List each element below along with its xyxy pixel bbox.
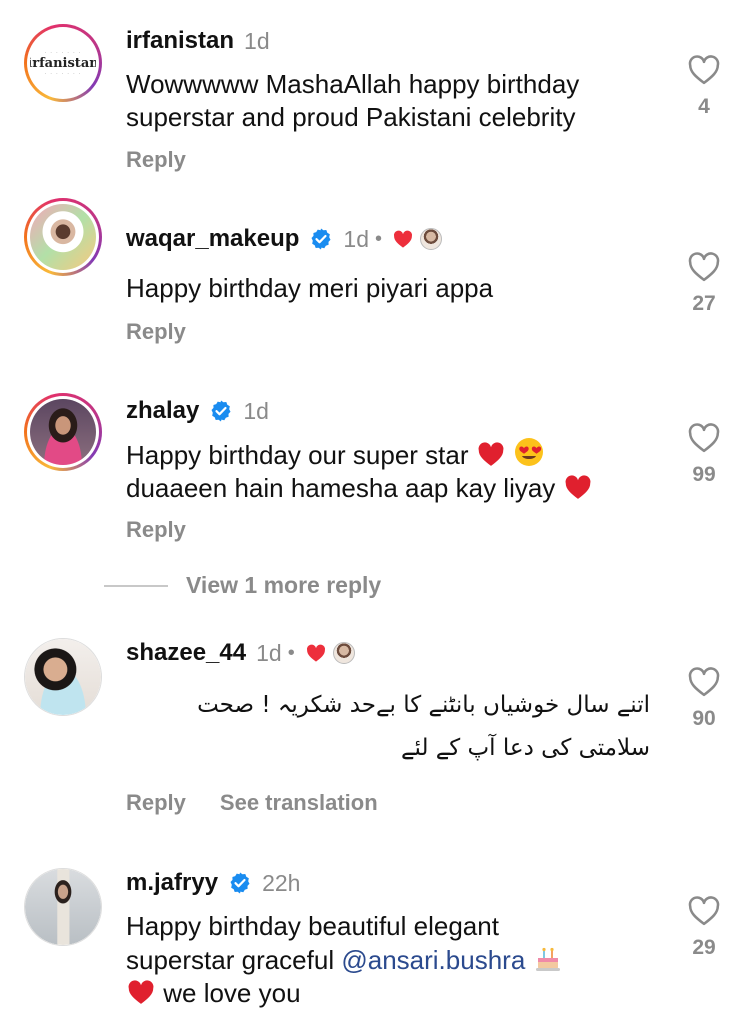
comment-line: Wowwwww MashaAllah happy birthday bbox=[126, 69, 580, 99]
reply-button[interactable]: Reply bbox=[126, 790, 186, 816]
verified-badge-icon bbox=[311, 228, 331, 250]
heart-outline-icon bbox=[688, 423, 720, 453]
timestamp: 1d bbox=[256, 639, 282, 666]
red-heart-emoji bbox=[565, 475, 590, 499]
author-avatar bbox=[332, 642, 355, 664]
like-button[interactable]: 27 bbox=[684, 251, 724, 316]
username[interactable]: irfanistan bbox=[126, 27, 234, 55]
comment-line-text: we love you bbox=[163, 978, 301, 1008]
view-more-replies-label: View 1 more reply bbox=[186, 572, 382, 598]
verified-badge-icon bbox=[230, 872, 250, 894]
comment-line: superstar graceful @ansari.bushra bbox=[126, 943, 563, 977]
comment-line-text: Happy birthday our super star bbox=[126, 440, 469, 470]
like-button[interactable]: 99 bbox=[684, 422, 724, 487]
separator-dot: • bbox=[375, 227, 383, 250]
comment-text: اتنے سال خوشیاں بانٹنے کا بےحد شکریہ ! ص… bbox=[197, 684, 650, 770]
comment-line-text: superstar graceful bbox=[126, 945, 335, 975]
username[interactable]: shazee_44 bbox=[126, 639, 246, 667]
avatar[interactable]: · · · · · · · irfanistan · · · · · · · bbox=[24, 24, 102, 102]
timestamp: 1d bbox=[244, 27, 270, 54]
username[interactable]: waqar_makeup bbox=[126, 225, 299, 253]
timestamp: 22h bbox=[262, 869, 301, 896]
birthday-cake-emoji bbox=[535, 947, 560, 971]
comment-line: Happy birthday beautiful elegant bbox=[126, 911, 499, 941]
like-count: 27 bbox=[692, 292, 716, 315]
reply-button[interactable]: Reply bbox=[126, 147, 186, 173]
heart-eyes-emoji bbox=[514, 438, 543, 466]
timestamp: 1d bbox=[243, 397, 269, 424]
see-translation-button[interactable]: See translation bbox=[220, 790, 378, 816]
comment-line: we love you bbox=[126, 977, 563, 1010]
comment-line: Happy birthday meri piyari appa bbox=[126, 273, 494, 303]
like-count: 29 bbox=[692, 936, 716, 959]
heart-outline-icon bbox=[688, 896, 720, 926]
comment-line: سلامتی کی دعا آپ کے لئے bbox=[401, 735, 650, 761]
avatar[interactable] bbox=[24, 198, 102, 276]
reply-button[interactable]: Reply bbox=[126, 517, 186, 543]
verified-badge-icon bbox=[211, 400, 231, 422]
mention-link[interactable]: @ansari.bushra bbox=[341, 945, 525, 975]
like-button[interactable]: 29 bbox=[684, 895, 724, 960]
liked-by-author bbox=[305, 642, 355, 664]
separator-dot: • bbox=[287, 641, 295, 664]
avatar-logo-text: irfanistan bbox=[30, 55, 96, 71]
view-more-replies[interactable]: View 1 more reply bbox=[104, 572, 381, 599]
heart-outline-icon bbox=[688, 667, 720, 697]
comment-line: Happy birthday our super star bbox=[126, 436, 593, 472]
like-button[interactable]: 4 bbox=[684, 54, 724, 119]
heart-filled-icon bbox=[306, 644, 325, 662]
heart-outline-icon bbox=[688, 252, 720, 282]
liked-by-author bbox=[392, 228, 443, 250]
username[interactable]: zhalay bbox=[126, 397, 199, 425]
comment-line-text: duaaeen hain hamesha aap kay liyay bbox=[126, 473, 556, 503]
like-count: 4 bbox=[698, 95, 710, 118]
like-count: 99 bbox=[692, 463, 716, 486]
comment-line: duaaeen hain hamesha aap kay liyay bbox=[126, 472, 593, 505]
username[interactable]: m.jafryy bbox=[126, 869, 218, 897]
timestamp: 1d bbox=[343, 225, 370, 252]
heart-outline-icon bbox=[688, 55, 720, 85]
author-avatar bbox=[420, 228, 443, 250]
avatar[interactable] bbox=[24, 393, 102, 471]
reply-button[interactable]: Reply bbox=[126, 319, 186, 345]
comment-text: Happy birthday meri piyari appa bbox=[126, 272, 493, 305]
comment-text: Happy birthday beautiful elegant superst… bbox=[126, 910, 563, 1010]
comment-line: اتنے سال خوشیاں بانٹنے کا بےحد شکریہ ! ص… bbox=[197, 692, 650, 718]
comment-text: Wowwwww MashaAllah happy birthday supers… bbox=[126, 68, 579, 134]
thread-line bbox=[104, 584, 168, 587]
heart-filled-icon bbox=[393, 230, 413, 248]
comment-text: Happy birthday our super star duaaeen ha… bbox=[126, 436, 593, 505]
like-button[interactable]: 90 bbox=[684, 666, 724, 731]
comment-line: superstar and proud Pakistani celebrity bbox=[126, 102, 576, 132]
avatar[interactable] bbox=[24, 638, 102, 716]
red-heart-emoji bbox=[478, 442, 504, 466]
avatar[interactable] bbox=[24, 868, 102, 946]
red-heart-emoji bbox=[128, 980, 154, 1004]
like-count: 90 bbox=[692, 707, 716, 730]
